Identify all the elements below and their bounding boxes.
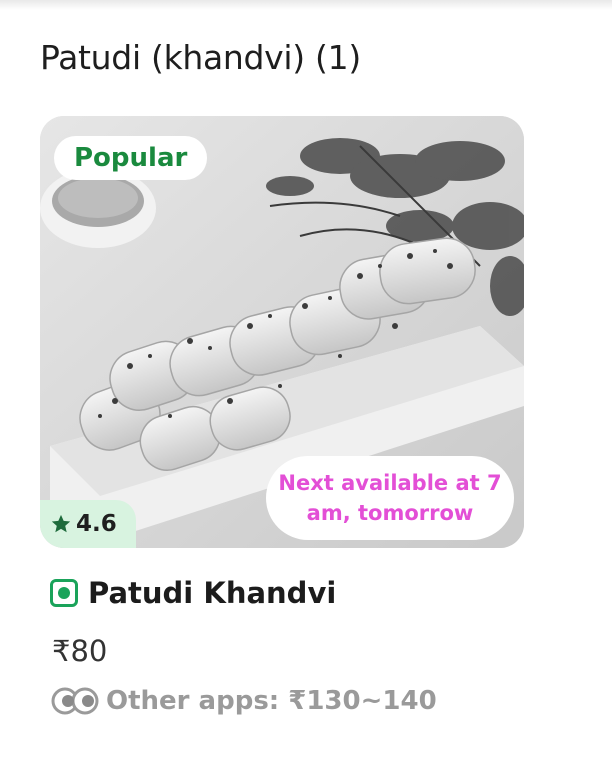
rating-value: 4.6 [76, 511, 117, 537]
star-icon [51, 514, 71, 533]
item-name-row: Patudi Khandvi [50, 576, 336, 610]
item-name: Patudi Khandvi [88, 576, 337, 610]
section-title: Patudi (khandvi) (1) [40, 38, 361, 77]
price-comparison: Other apps: ₹130~140 [50, 684, 437, 718]
other-apps-price: Other apps: ₹130~140 [106, 686, 437, 716]
veg-indicator-icon [50, 579, 78, 607]
availability-badge: Next available at 7 am, tomorrow [266, 456, 514, 540]
availability-line-2: am, tomorrow [306, 501, 474, 525]
availability-line-1: Next available at 7 [278, 471, 502, 495]
food-card[interactable]: Popular Next available at 7 am, tomorrow… [40, 116, 524, 548]
popular-badge: Popular [54, 136, 208, 180]
item-price: ₹80 [52, 634, 108, 668]
veg-dot [58, 587, 70, 599]
availability-text: Next available at 7 am, tomorrow [278, 468, 501, 528]
eyes-icon [51, 687, 99, 715]
top-divider [0, 0, 612, 10]
rating-badge: 4.6 [40, 500, 136, 548]
